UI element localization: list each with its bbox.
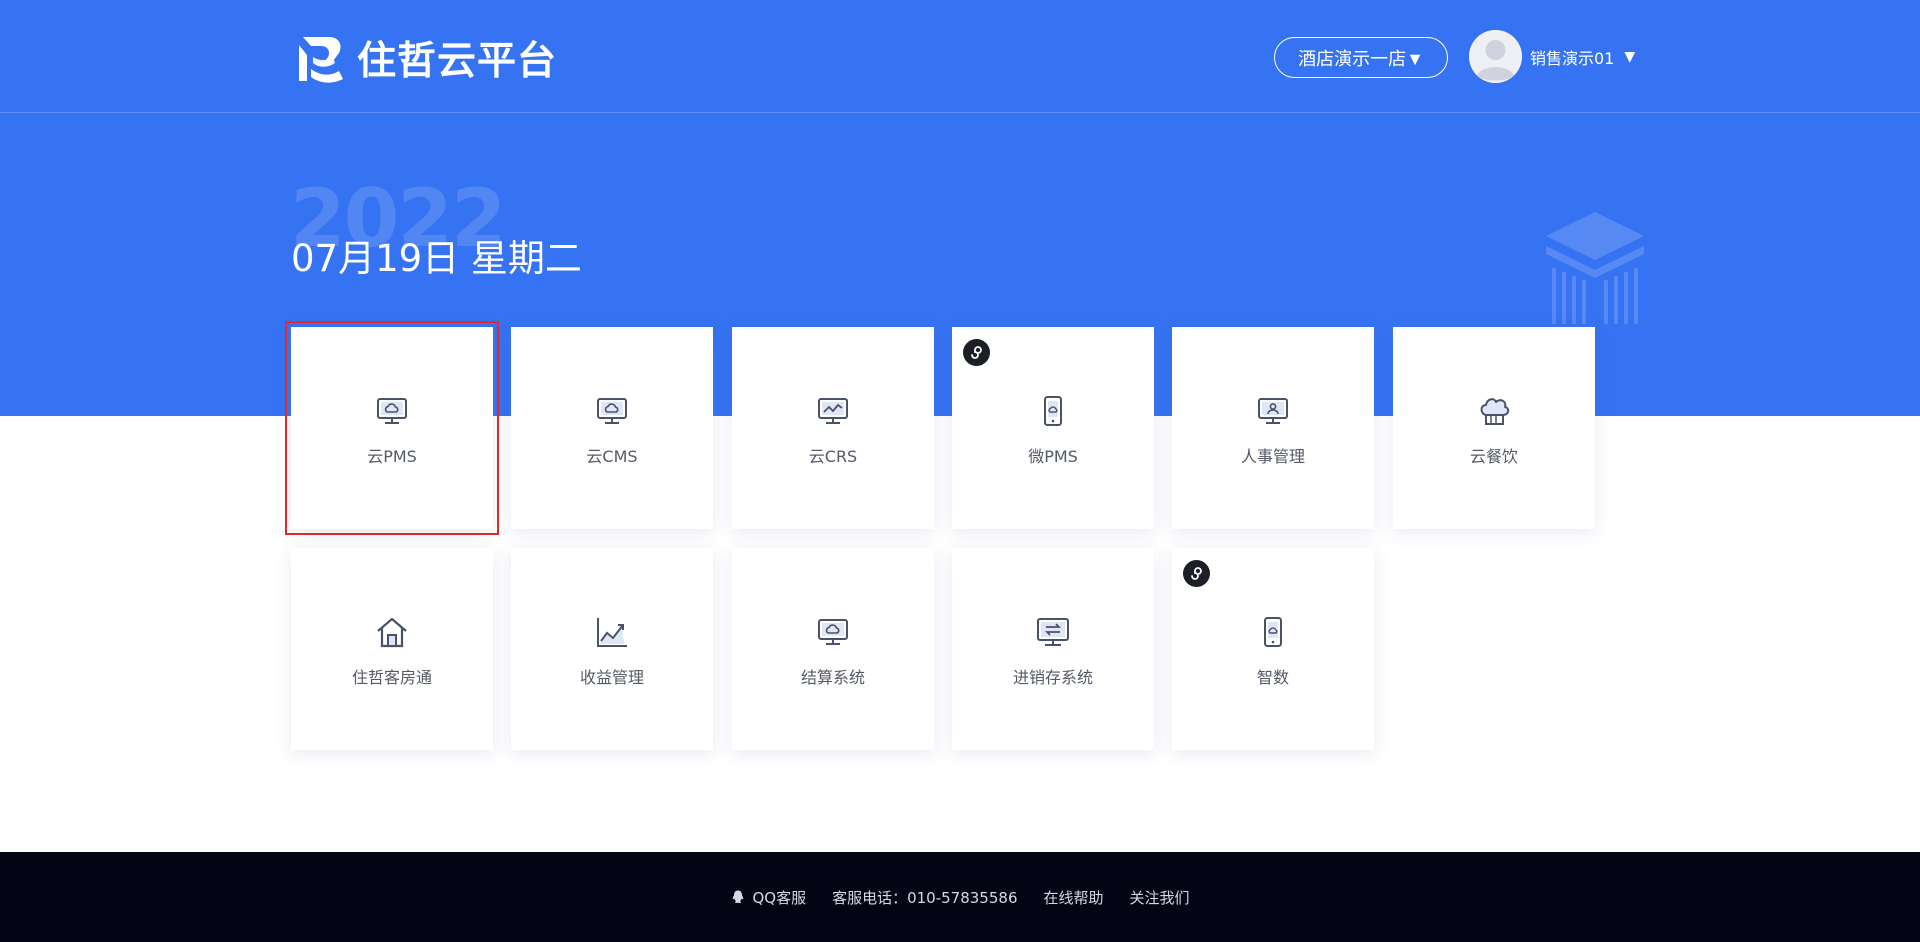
app-tile-cloud-crs[interactable]: 云CRS [732, 327, 934, 529]
cloud-monitor-icon [377, 398, 407, 424]
app-tile-room-connect[interactable]: 住哲客房通 [291, 548, 493, 750]
app-tile-label: 云CRS [808, 447, 858, 466]
chef-hat-icon [1480, 398, 1510, 425]
chevron-down-icon: ▼ [1624, 48, 1636, 65]
top-bar: 住哲云平台 酒店演示一店▼ 销售演示01 ▼ [0, 0, 1920, 113]
mini-program-icon [963, 339, 990, 366]
app-tile-label: 智数 [1256, 668, 1289, 687]
cloud-monitor-icon [597, 398, 627, 424]
exchange-monitor-icon [1037, 618, 1069, 646]
mini-program-icon [1183, 560, 1210, 587]
qq-icon [733, 890, 744, 904]
app-tile-cloud-pms[interactable]: 云PMS [285, 321, 499, 535]
qq-support-label: QQ客服 [752, 888, 807, 907]
app-tile-hr-management[interactable]: 人事管理 [1172, 327, 1374, 529]
app-tile-cloud-catering[interactable]: 云餐饮 [1393, 327, 1595, 529]
phone-cloud-icon [1044, 396, 1062, 426]
qq-support-link[interactable]: QQ客服 [730, 887, 806, 908]
app-tile-label: 微PMS [1028, 447, 1078, 466]
app-tile-wei-pms[interactable]: 微PMS [952, 327, 1154, 529]
app-tile-smart-data[interactable]: 智数 [1172, 548, 1374, 750]
cloud-monitor-icon [818, 619, 848, 645]
app-tile-inventory[interactable]: 进销存系统 [952, 548, 1154, 750]
chart-monitor-icon [818, 398, 848, 424]
person-monitor-icon [1258, 398, 1288, 424]
house-icon [377, 617, 407, 648]
page: 住哲云平台 酒店演示一店▼ 销售演示01 ▼ 2022 07月19日 星期二 云… [0, 0, 1920, 942]
brand-logo-icon [299, 37, 343, 83]
app-tile-revenue-management[interactable]: 收益管理 [511, 548, 713, 750]
app-tile-label: 进销存系统 [1012, 668, 1093, 687]
app-tile-label: 住哲客房通 [351, 668, 432, 687]
area-chart-icon [597, 618, 627, 647]
app-tile-label: 云餐饮 [1469, 447, 1518, 466]
brand-name: 住哲云平台 [357, 39, 558, 84]
app-tile-settlement[interactable]: 结算系统 [732, 548, 934, 750]
user-name: 销售演示01 [1530, 48, 1615, 68]
follow-us-link[interactable]: 关注我们 [1130, 887, 1190, 908]
app-tile-label: 收益管理 [579, 668, 644, 687]
store-selector[interactable]: 酒店演示一店▼ [1274, 37, 1448, 78]
current-date: 07月19日 星期二 [291, 237, 582, 280]
user-avatar-icon [1469, 30, 1522, 83]
app-tile-label: 云PMS [367, 447, 417, 466]
app-tile-label: 结算系统 [800, 668, 865, 687]
stack-layers-icon [1546, 212, 1644, 324]
app-tile-cloud-cms[interactable]: 云CMS [511, 327, 713, 529]
phone-cloud-icon [1264, 617, 1282, 647]
support-phone[interactable]: 客服电话：010-57835586 [832, 887, 1017, 908]
app-tile-label: 人事管理 [1240, 447, 1305, 466]
footer: QQ客服 客服电话：010-57835586 在线帮助 关注我们 [0, 852, 1920, 942]
app-tile-label: 云CMS [586, 447, 638, 466]
online-help-link[interactable]: 在线帮助 [1044, 887, 1104, 908]
brand-logo[interactable]: 住哲云平台 [293, 30, 557, 86]
avatar [1469, 30, 1522, 83]
user-menu[interactable]: 销售演示01 ▼ [1469, 30, 1635, 83]
